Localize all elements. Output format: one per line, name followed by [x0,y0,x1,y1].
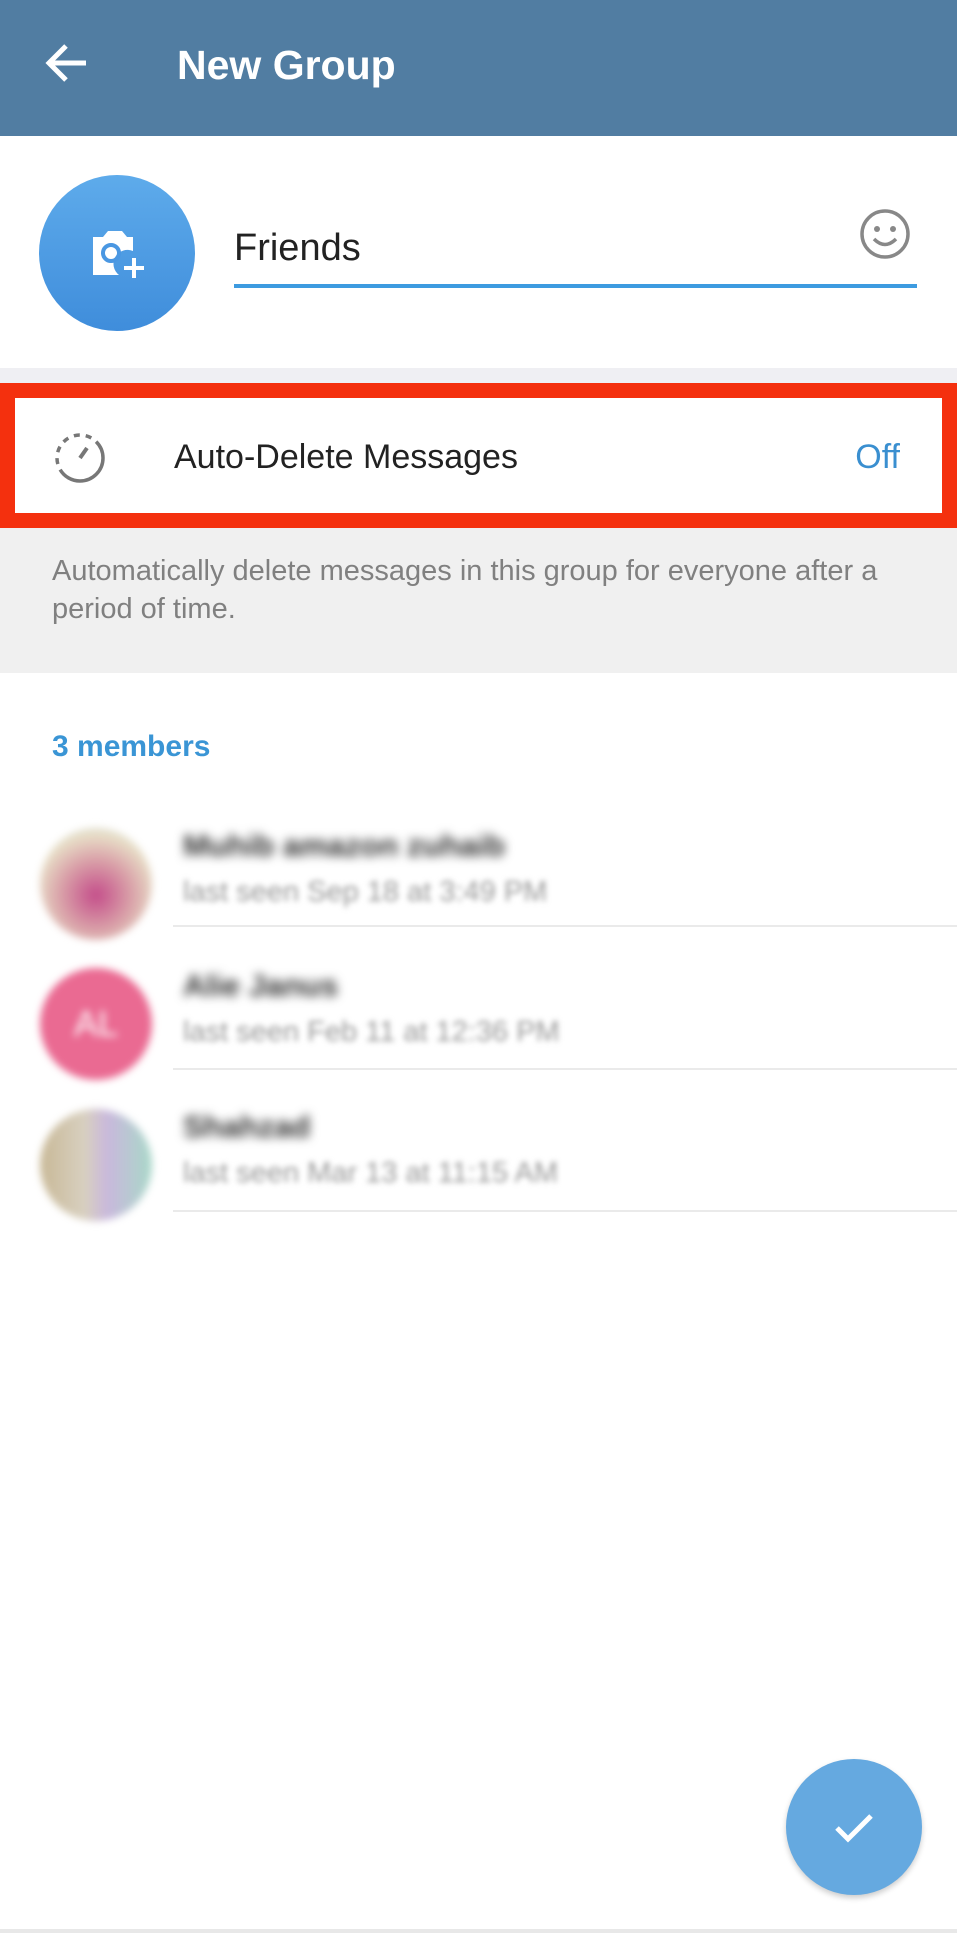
avatar-initials: AL [73,1003,119,1044]
group-name-input[interactable] [234,222,844,274]
member-name: Muhib amazon zuhaib [183,828,506,863]
emoji-button[interactable] [858,207,912,266]
member-row[interactable]: AL Alie Janus last seen Feb 11 at 12:36 … [0,968,957,1108]
member-avatar [40,1109,152,1221]
members-count-header: 3 members [52,730,211,763]
divider [173,1210,957,1212]
auto-delete-label: Auto-Delete Messages [174,438,518,476]
section-divider [0,368,957,384]
group-photo-button[interactable] [39,175,195,331]
member-status: last seen Sep 18 at 3:49 PM [183,876,548,908]
divider [173,1068,957,1070]
auto-delete-description: Automatically delete messages in this gr… [52,555,878,625]
back-button[interactable] [44,40,90,86]
divider [173,925,957,927]
member-name: Shahzad [183,1109,311,1144]
member-status: last seen Feb 11 at 12:36 PM [183,1016,560,1048]
checkmark-icon [835,1814,873,1843]
member-status: last seen Mar 13 at 11:15 AM [183,1157,559,1189]
bottom-edge [0,1929,957,1933]
member-row[interactable]: Muhib amazon zuhaib last seen Sep 18 at … [0,828,957,968]
member-row[interactable]: Shahzad last seen Mar 13 at 11:15 AM [0,1109,957,1249]
app-header: New Group [0,0,957,136]
member-avatar [40,828,152,940]
smiley-icon [860,209,910,259]
auto-delete-value: Off [855,438,900,476]
timer-icon [52,430,108,491]
create-group-button[interactable] [786,1759,922,1895]
member-avatar: AL [40,968,152,1080]
camera-add-icon [93,231,144,278]
member-name: Alie Janus [183,968,339,1003]
page-title: New Group [177,42,396,88]
input-underline [234,284,917,288]
arrow-left-icon [45,44,86,82]
